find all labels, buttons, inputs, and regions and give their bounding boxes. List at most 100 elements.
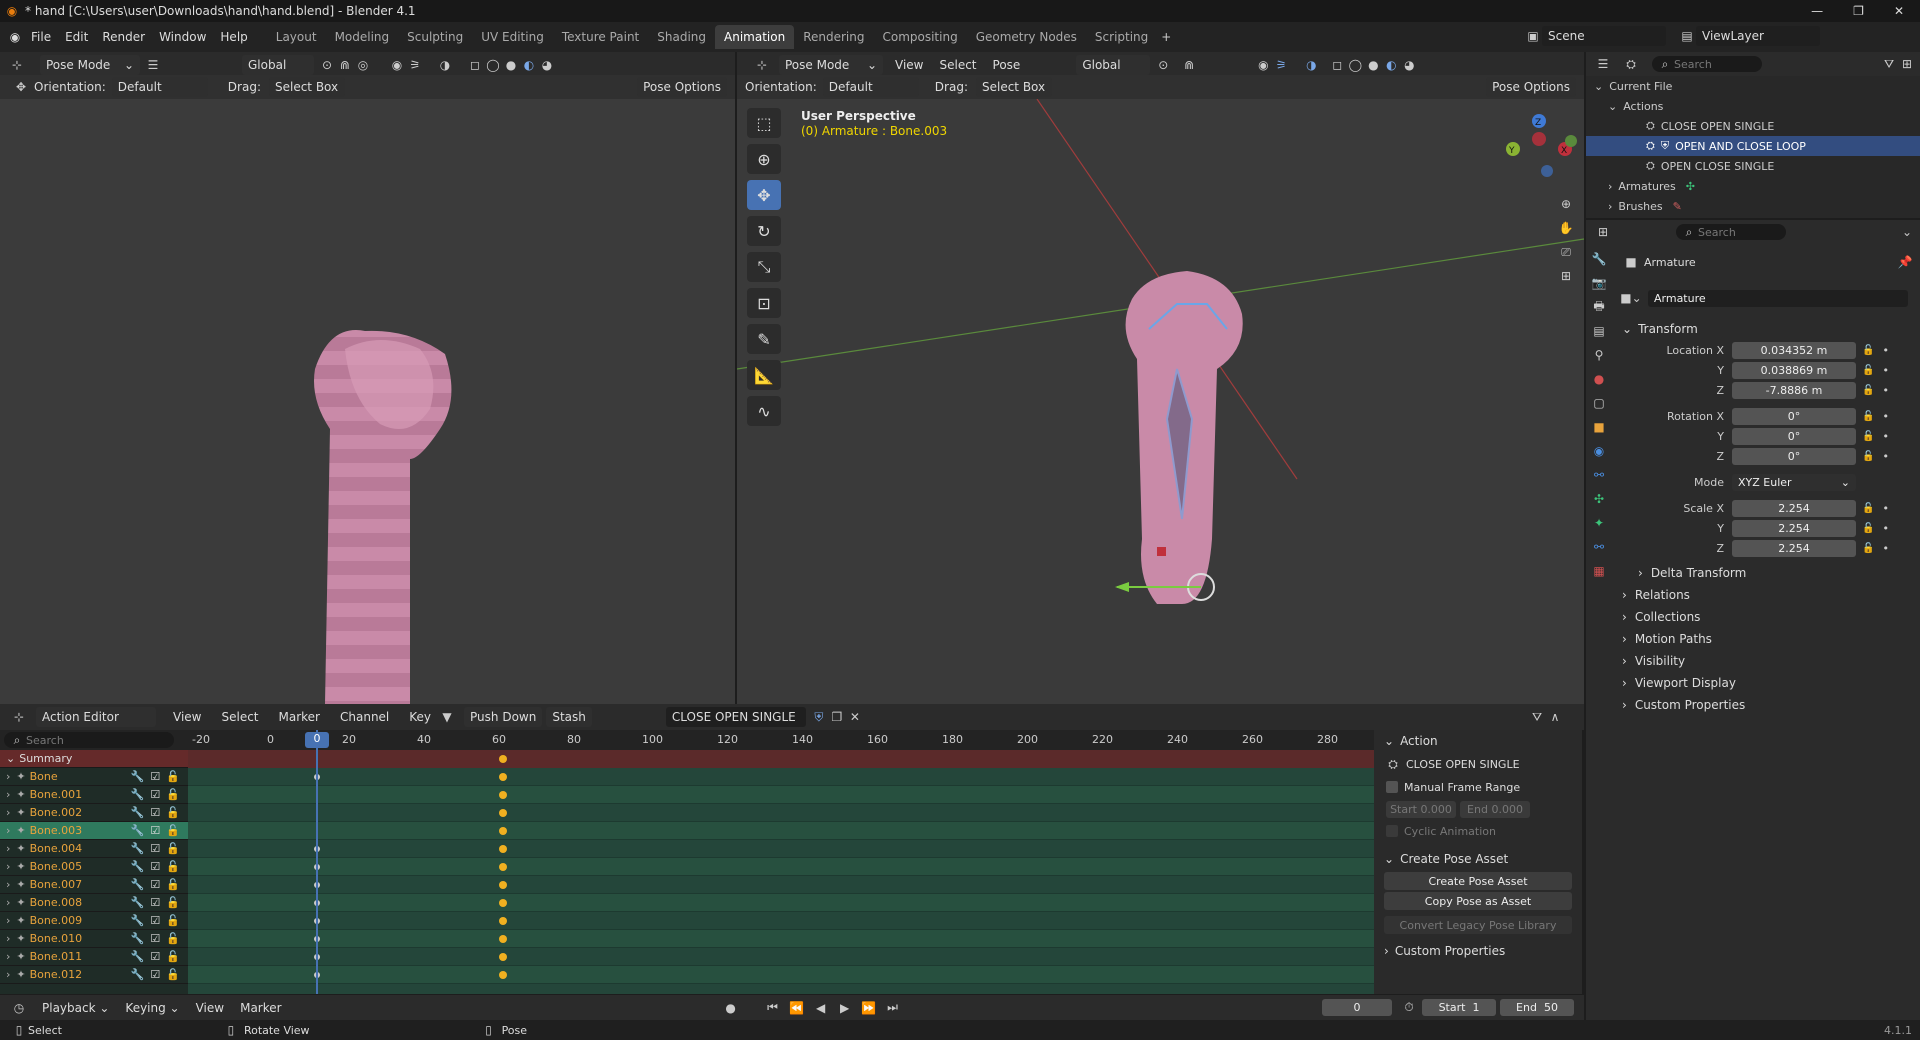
bone-tab-icon[interactable]: ✦ — [1590, 514, 1608, 532]
pose-menu[interactable]: Pose — [993, 58, 1021, 72]
current-frame-badge[interactable]: 0 — [305, 732, 329, 748]
chevron-right-icon[interactable]: › — [6, 932, 10, 945]
clock-icon[interactable]: ◷ — [10, 999, 28, 1017]
texture-tab-icon[interactable]: ▦ — [1590, 562, 1608, 580]
select-box-tool-icon[interactable]: ⬚ — [747, 108, 781, 138]
annotate-tool-icon[interactable]: ✎ — [747, 324, 781, 354]
pivot-icon[interactable]: ⊙ — [1154, 56, 1172, 74]
next-key-icon[interactable]: ⏩ — [860, 999, 878, 1017]
stopwatch-icon[interactable]: ⏱ — [1400, 999, 1418, 1017]
outliner-search-input[interactable]: ⌕ Search — [1652, 56, 1762, 72]
keyframe-end[interactable] — [499, 971, 507, 979]
modifier-wrench-icon[interactable]: 🔧 — [131, 932, 145, 945]
keyframe-end[interactable] — [499, 899, 507, 907]
keyframe-dot-icon[interactable]: • — [1882, 410, 1889, 423]
start-frame-field[interactable]: Start 1 — [1422, 999, 1496, 1016]
jump-start-icon[interactable]: ⏮ — [764, 999, 782, 1017]
tab-texture-paint[interactable]: Texture Paint — [553, 25, 648, 49]
action-selector[interactable]: CLOSE OPEN SINGLE — [665, 707, 806, 727]
lock-icon[interactable]: 🔓 — [1862, 503, 1874, 514]
hamburger-icon[interactable]: ☰ — [144, 56, 162, 74]
action-section-header[interactable]: ⌄ Action — [1374, 730, 1582, 752]
chevron-down-icon[interactable]: ⌄ — [1898, 223, 1916, 241]
lock-icon[interactable]: 🔓 — [166, 806, 180, 819]
keyframe-track[interactable] — [188, 822, 1374, 840]
lock-icon[interactable]: 🔓 — [1862, 411, 1874, 422]
fake-user-icon[interactable]: ⛨ — [810, 708, 828, 726]
modifier-wrench-icon[interactable]: 🔧 — [131, 968, 145, 981]
rotation-y-field[interactable]: 0° — [1732, 427, 1856, 445]
object-tab-icon[interactable]: ■ — [1590, 418, 1608, 436]
tab-animation[interactable]: Animation — [715, 25, 795, 49]
relax-tool-icon[interactable]: ∿ — [747, 396, 781, 426]
drag-dropdown[interactable]: Select Box — [268, 77, 345, 97]
modifier-wrench-icon[interactable]: 🔧 — [131, 824, 145, 837]
chevron-right-icon[interactable]: › — [1608, 200, 1612, 213]
layer-down-icon[interactable]: ▼ — [438, 708, 456, 726]
keyframe-track[interactable] — [188, 966, 1374, 984]
chevron-right-icon[interactable]: › — [6, 860, 10, 873]
keyframe-dot-icon[interactable]: • — [1882, 542, 1889, 555]
channel-row[interactable]: › ✦ Bone.012 🔧 ☑ 🔓 — [0, 966, 188, 984]
keyframe-dot-icon[interactable]: • — [1882, 344, 1889, 357]
enable-checkbox-icon[interactable]: ☑ — [150, 878, 160, 891]
lock-icon[interactable]: 🔓 — [166, 842, 180, 855]
modifier-wrench-icon[interactable]: 🔧 — [131, 950, 145, 963]
bone-constraint-tab-icon[interactable]: ⚯ — [1590, 538, 1608, 556]
lock-icon[interactable]: 🔓 — [166, 932, 180, 945]
editor-type-icon[interactable]: ⊹ — [753, 56, 771, 74]
collection-tab-icon[interactable]: ▢ — [1590, 394, 1608, 412]
jump-end-icon[interactable]: ⏭ — [884, 999, 902, 1017]
unlink-action-icon[interactable]: ✕ — [846, 708, 864, 726]
scale-y-field[interactable]: 2.254 — [1732, 519, 1856, 537]
keyframe-dot-icon[interactable]: • — [1882, 502, 1889, 515]
scene-field[interactable]: Scene — [1542, 26, 1666, 46]
section-motion-paths[interactable]: › Motion Paths — [1622, 628, 1914, 650]
chevron-down-icon[interactable]: ⌄ — [1608, 100, 1617, 113]
custom-properties-header[interactable]: › Custom Properties — [1374, 940, 1582, 962]
enable-checkbox-icon[interactable]: ☑ — [150, 788, 160, 801]
armatures-label[interactable]: Armatures — [1618, 180, 1675, 193]
frame-ruler[interactable]: -20 0 20 40 60 80 100 120 140 160 180 200 220 240 260 2… — [188, 730, 1374, 750]
viewlayer-icon[interactable]: ▤ — [1678, 27, 1696, 45]
keyframe-end[interactable] — [499, 881, 507, 889]
enable-checkbox-icon[interactable]: ☑ — [150, 842, 160, 855]
keyframe-end[interactable] — [499, 827, 507, 835]
lock-icon[interactable]: 🔓 — [1862, 431, 1874, 442]
maximize-icon[interactable]: ❐ — [1853, 4, 1864, 18]
overlay-icon[interactable]: ◑ — [436, 56, 454, 74]
pan-hand-icon[interactable]: ✋ — [1557, 219, 1575, 237]
keyframe-track[interactable] — [188, 930, 1374, 948]
keyframe-track[interactable] — [188, 804, 1374, 822]
wireframe-shading-icon[interactable]: ◯ — [1346, 56, 1364, 74]
keyframe-end[interactable] — [499, 935, 507, 943]
chevron-right-icon[interactable]: › — [6, 842, 10, 855]
create-pose-asset-header[interactable]: ⌄ Create Pose Asset — [1374, 848, 1582, 870]
ae-menu-channel[interactable]: Channel — [333, 710, 396, 724]
enable-checkbox-icon[interactable]: ☑ — [150, 968, 160, 981]
snap-icon[interactable]: ⋒ — [1180, 56, 1198, 74]
channel-row[interactable]: › ✦ Bone.008 🔧 ☑ 🔓 — [0, 894, 188, 912]
ortho-grid-icon[interactable]: ⊞ — [1557, 267, 1575, 285]
editor-type-icon[interactable]: ⊞ — [1594, 223, 1612, 241]
chevron-right-icon[interactable]: › — [6, 824, 10, 837]
xray-icon[interactable]: ◻ — [466, 56, 484, 74]
lock-icon[interactable]: 🔓 — [1862, 543, 1874, 554]
right-viewport[interactable]: User Perspective (0) Armature : Bone.003… — [736, 98, 1585, 704]
pose-options-dropdown[interactable]: Pose Options — [637, 77, 727, 97]
tab-uv-editing[interactable]: UV Editing — [472, 25, 553, 49]
channel-row[interactable]: › ✦ Bone.002 🔧 ☑ 🔓 — [0, 804, 188, 822]
menu-file[interactable]: File — [24, 30, 58, 44]
output-tab-icon[interactable]: 🖶 — [1590, 298, 1608, 316]
duplicate-action-icon[interactable]: ❐ — [828, 708, 846, 726]
tab-geometry-nodes[interactable]: Geometry Nodes — [967, 25, 1086, 49]
editor-mode-dropdown[interactable]: Action Editor — [36, 707, 156, 727]
tab-sculpting[interactable]: Sculpting — [398, 25, 472, 49]
rotation-z-field[interactable]: 0° — [1732, 447, 1856, 465]
lock-icon[interactable]: 🔓 — [1862, 365, 1874, 376]
record-icon[interactable]: ● — [722, 999, 740, 1017]
lock-icon[interactable]: 🔓 — [166, 788, 180, 801]
constraint-tab-icon[interactable]: ⚯ — [1590, 466, 1608, 484]
location-z-field[interactable]: -7.8886 m — [1732, 381, 1856, 399]
action-item[interactable]: ⛭ CLOSE OPEN SINGLE — [1586, 116, 1920, 136]
